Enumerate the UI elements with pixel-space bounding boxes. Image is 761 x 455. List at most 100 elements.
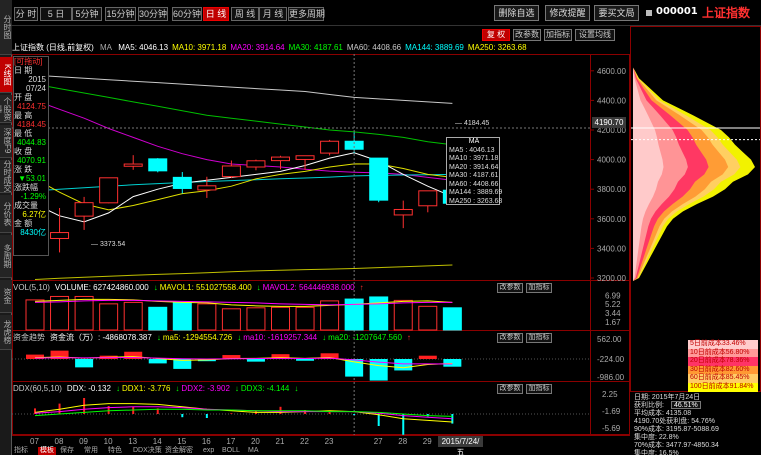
period-button-9[interactable]: 月 线 bbox=[259, 7, 287, 21]
ddx-item-4: DDX1: -3.776 bbox=[121, 384, 171, 393]
money-bar-6 bbox=[148, 359, 167, 364]
money-bar-18 bbox=[443, 359, 462, 367]
period-button-4[interactable]: 15分钟 bbox=[105, 7, 136, 21]
ddx-add-indicator-button[interactable]: 加指标 bbox=[526, 384, 552, 394]
info-amt: 8430亿 bbox=[20, 228, 46, 237]
chip-legend-row-6: 100日前成本91.84% bbox=[688, 382, 758, 392]
volume-item-7: ↑ bbox=[359, 283, 364, 292]
money-item-4: ma5: -1294554.726 bbox=[162, 333, 233, 342]
period-button-6[interactable]: 60分钟 bbox=[172, 7, 202, 21]
volume-axis-label-4: 1.67 bbox=[605, 318, 621, 327]
period-button-1[interactable]: 分 时 bbox=[14, 7, 38, 21]
chip-info-line-3: 90%成本: 3195.87-5088.69 bbox=[634, 426, 719, 433]
x-tick-label-3: 09 bbox=[79, 437, 88, 446]
period-button-5[interactable]: 30分钟 bbox=[138, 7, 168, 21]
ddx-item-8: DDX3: -4.144 bbox=[240, 384, 290, 393]
tooltip-line-3: MA20 : 3914.64 bbox=[449, 163, 499, 171]
candle-body-5 bbox=[123, 163, 143, 167]
volume-bar-18 bbox=[442, 307, 462, 331]
x-tick-label-17: 29 bbox=[423, 437, 432, 446]
volume-bar-15 bbox=[369, 296, 389, 331]
money-bar-17 bbox=[418, 355, 437, 359]
x-tick-label-12: 22 bbox=[300, 437, 309, 446]
volume-bar-17 bbox=[418, 305, 438, 331]
ddx-change-param-button[interactable]: 改参数 bbox=[497, 384, 523, 394]
period-button-2[interactable]: 5 日 bbox=[40, 7, 72, 21]
bottom-tab-2[interactable]: 模板 bbox=[38, 447, 56, 455]
money-axis-label-3: -986.00 bbox=[597, 373, 625, 382]
ddx-item-1: DDX(60,5,10) bbox=[13, 384, 62, 393]
volume-bar-6 bbox=[148, 306, 168, 331]
period-button-7[interactable]: 日 线 bbox=[203, 7, 229, 21]
bottom-tab-9[interactable]: BOLL bbox=[222, 447, 240, 455]
info-high-label: 最 高 bbox=[14, 111, 33, 120]
bottom-tab-6[interactable]: DDX决策 bbox=[133, 447, 162, 455]
x-tick-label-5: 13 bbox=[128, 437, 137, 446]
chip-legend-row-3: 20日前成本78.36% bbox=[688, 357, 758, 366]
money-add-indicator-button[interactable]: 加指标 bbox=[526, 333, 552, 343]
money-item-7: ↓ bbox=[322, 333, 327, 342]
ddx-item-6: DDX2: -3.902 bbox=[181, 384, 230, 393]
ddx-item-5: ↓ bbox=[175, 384, 180, 393]
bottom-tab-7[interactable]: 资金解密 bbox=[165, 447, 193, 455]
info-date-md: 07/24 bbox=[25, 84, 46, 93]
bottom-tab-5[interactable]: 特色 bbox=[108, 447, 122, 455]
x-tick-label-8: 16 bbox=[202, 437, 211, 446]
volume-bar-7 bbox=[172, 301, 192, 331]
chip-info-line-4: 集中度: 22.8% bbox=[634, 434, 679, 441]
bottom-tab-10[interactable]: MA bbox=[248, 447, 259, 455]
period-button-3[interactable]: 5分钟 bbox=[72, 7, 102, 21]
ddx-header: DDX(60,5,10) DDX: -0.132 ↓ DDX1: -3.776 ↓ DDX… bbox=[13, 383, 300, 394]
candle-body-6 bbox=[148, 158, 168, 172]
x-tick-label-1: 07 bbox=[30, 437, 39, 446]
volume-bar-8 bbox=[197, 303, 217, 331]
price-tick-label-1: 4600.00 bbox=[597, 67, 626, 76]
info-close-label: 收 盘 bbox=[14, 147, 33, 156]
info-date-label: 日 期 bbox=[14, 66, 33, 75]
money-item-6: ma10: -1619257.344 bbox=[243, 333, 318, 342]
line-ddx3 bbox=[34, 408, 453, 417]
period-button-8[interactable]: 周 线 bbox=[231, 7, 259, 21]
bottom-tab-4[interactable]: 常用 bbox=[84, 447, 98, 455]
tooltip-line-5: MA60 : 4408.66 bbox=[449, 180, 499, 188]
line-ma30 bbox=[34, 83, 453, 146]
money-change-param-button[interactable]: 改参数 bbox=[497, 333, 523, 343]
line-money-ma10 bbox=[34, 356, 453, 365]
tooltip-line-2: MA10 : 3971.18 bbox=[449, 155, 499, 162]
volume-bar-12 bbox=[295, 306, 315, 331]
bottom-tab-1[interactable]: 指标 bbox=[14, 447, 28, 455]
chip-legend: 5日前成本33.46% 10日前成本56.80% 20日前成本78.36% 30日前成… bbox=[688, 340, 758, 392]
x-tick-label-15: 27 bbox=[374, 437, 383, 446]
info-drag-hint: [可拖动] bbox=[14, 57, 43, 66]
toolbar-action-3[interactable]: 要买文局 bbox=[594, 5, 639, 21]
info-change-label: 涨 跌 bbox=[14, 165, 33, 174]
tooltip-line-6: MA144 : 3889.69 bbox=[449, 189, 503, 196]
high-annotation: — 4184.45 bbox=[455, 120, 490, 127]
bottom-tab-3[interactable]: 保存 bbox=[60, 447, 74, 455]
candle-body-2 bbox=[50, 232, 70, 239]
vol-change-param-button[interactable]: 改参数 bbox=[497, 283, 523, 293]
x-tick-label-6: 14 bbox=[153, 437, 162, 446]
candle-body-17 bbox=[418, 190, 438, 207]
info-vol-label: 成交量 bbox=[14, 201, 38, 210]
candle-body-11 bbox=[271, 156, 290, 162]
period-button-10[interactable]: 更多周期 bbox=[288, 7, 325, 21]
vol-add-indicator-button[interactable]: 加指标 bbox=[526, 283, 552, 293]
volume-axis-label-3: 3.44 bbox=[605, 309, 621, 318]
toolbar-action-1[interactable]: 删除自选 bbox=[494, 5, 539, 21]
x-tick-label-16: 28 bbox=[398, 437, 407, 446]
toolbar-action-2[interactable]: 修改提醒 bbox=[545, 5, 590, 21]
volume-bar-9 bbox=[221, 308, 241, 331]
x-tick-label-11: 21 bbox=[276, 437, 285, 446]
volume-axis-label-2: 5.22 bbox=[605, 300, 621, 309]
volume-item-4: MAVOL1: 551027558.400 bbox=[159, 283, 252, 292]
money-bar-3 bbox=[75, 359, 94, 368]
candle-body-8 bbox=[197, 185, 217, 191]
info-panel[interactable]: [可拖动] 日 期 2015 07/24 开 盘 4124.75 最 高 418… bbox=[13, 56, 49, 256]
tooltip-line-7: MA250 : 3263.68 bbox=[449, 197, 503, 205]
bottom-tab-8[interactable]: exp bbox=[203, 447, 214, 455]
candle-body-13 bbox=[320, 140, 340, 154]
line-ma60 bbox=[34, 74, 453, 104]
volume-item-6: MAVOL2: 564446938.000 bbox=[262, 283, 355, 292]
price-tick-label-8: 3200.00 bbox=[597, 274, 626, 283]
